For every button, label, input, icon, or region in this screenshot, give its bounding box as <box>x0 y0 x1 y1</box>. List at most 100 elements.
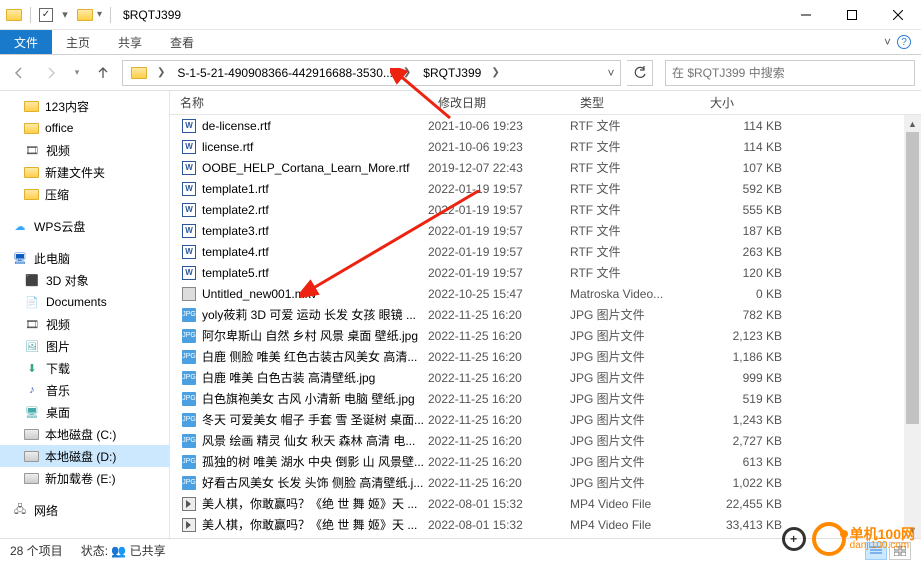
file-type: RTF 文件 <box>570 243 700 260</box>
file-row[interactable]: JPG yoly莜莉 3D 可爱 运动 长发 女孩 眼镜 ... 2022-11… <box>170 304 904 325</box>
search-box[interactable] <box>665 60 915 86</box>
back-button[interactable] <box>6 60 32 86</box>
file-row[interactable]: JPG 白鹿 侧脸 唯美 红色古装古风美女 高清... 2022-11-25 1… <box>170 346 904 367</box>
ribbon-tab-share[interactable]: 共享 <box>104 30 156 54</box>
file-list-area: 名称 修改日期 类型 大小 W de-license.rtf 2021-10-0… <box>170 91 921 538</box>
file-row[interactable]: JPG 孤独的树 唯美 湖水 中央 倒影 山 风景壁... 2022-11-25… <box>170 451 904 472</box>
nav-quick-item[interactable]: 压缩 <box>0 183 169 205</box>
file-row[interactable]: JPG 风景 绘画 精灵 仙女 秋天 森林 高清 电... 2022-11-25… <box>170 430 904 451</box>
chevron-right-icon[interactable]: ❯ <box>399 67 415 78</box>
vertical-scrollbar[interactable]: ▲ ▼ <box>904 115 921 538</box>
scroll-thumb[interactable] <box>906 132 919 424</box>
folder-icon <box>131 67 147 79</box>
nav-pc-item[interactable]: 🎞视频 <box>0 313 169 335</box>
file-row[interactable]: 美人棋，你敢赢吗？《绝 世 舞 姬》天 ... 2022-08-01 15:32… <box>170 493 904 514</box>
ribbon-file-tab[interactable]: 文件 <box>0 30 52 54</box>
column-size[interactable]: 大小 <box>700 91 820 114</box>
nav-pc-item[interactable]: 本地磁盘 (D:) <box>0 445 169 467</box>
qat-dropdown-icon[interactable]: ▾ <box>57 7 73 23</box>
ribbon-expand[interactable]: ˅ ? <box>874 30 921 54</box>
navigation-bar: ▾ ❯ S-1-5-21-490908366-442916688-3530...… <box>0 55 921 91</box>
ribbon-tab-view[interactable]: 查看 <box>156 30 208 54</box>
refresh-button[interactable] <box>627 60 653 86</box>
file-name: OOBE_HELP_Cortana_Learn_More.rtf <box>198 161 428 175</box>
nav-pc-item[interactable]: 🖥桌面 <box>0 401 169 423</box>
file-date: 2022-10-25 15:47 <box>428 287 570 301</box>
file-row[interactable]: JPG 白鹿 唯美 白色古装 高清壁纸.jpg 2022-11-25 16:20… <box>170 367 904 388</box>
breadcrumb-segment[interactable]: S-1-5-21-490908366-442916688-3530... <box>169 61 399 85</box>
minimize-button[interactable] <box>783 0 829 30</box>
ribbon-tab-home[interactable]: 主页 <box>52 30 104 54</box>
file-date: 2022-11-25 16:20 <box>428 476 570 490</box>
chevron-right-icon[interactable]: ❯ <box>153 67 169 78</box>
nav-pc-item[interactable]: 📄Documents <box>0 291 169 313</box>
search-input[interactable] <box>672 66 908 80</box>
nav-quick-item[interactable]: 新建文件夹 <box>0 161 169 183</box>
file-row[interactable]: W template5.rtf 2022-01-19 19:57 RTF 文件 … <box>170 262 904 283</box>
file-row[interactable]: W template1.rtf 2022-01-19 19:57 RTF 文件 … <box>170 178 904 199</box>
file-size: 22,455 KB <box>700 497 800 511</box>
column-date[interactable]: 修改日期 <box>428 91 570 114</box>
help-icon[interactable]: ? <box>897 35 911 49</box>
file-row[interactable]: W license.rtf 2021-10-06 19:23 RTF 文件 11… <box>170 136 904 157</box>
monitor-icon: 🖥 <box>12 250 28 266</box>
nav-this-pc[interactable]: 🖥此电脑 <box>0 247 169 269</box>
file-row[interactable]: JPG 好看古风美女 长发 头饰 侧脸 高清壁纸.j... 2022-11-25… <box>170 472 904 493</box>
file-date: 2022-11-25 16:20 <box>428 350 570 364</box>
nav-quick-item[interactable]: 🎞视频 <box>0 139 169 161</box>
file-row[interactable]: W template2.rtf 2022-01-19 19:57 RTF 文件 … <box>170 199 904 220</box>
file-row[interactable]: Untitled_new001.mkv 2022-10-25 15:47 Mat… <box>170 283 904 304</box>
rtf-file-icon: W <box>182 140 196 154</box>
qat-folder-icon[interactable] <box>77 9 93 21</box>
maximize-button[interactable] <box>829 0 875 30</box>
address-root-icon[interactable] <box>123 61 153 85</box>
nav-pc-item[interactable]: 🖼图片 <box>0 335 169 357</box>
cloud-icon: ☁ <box>12 218 28 234</box>
arrow-up-icon <box>95 65 111 81</box>
chevron-down-icon: ˅ <box>884 35 891 49</box>
nav-pc-item[interactable]: ⬇下载 <box>0 357 169 379</box>
chevron-right-icon[interactable]: ❯ <box>487 67 503 78</box>
nav-wps[interactable]: ☁WPS云盘 <box>0 215 169 237</box>
nav-pc-item[interactable]: 本地磁盘 (C:) <box>0 423 169 445</box>
address-dropdown-icon[interactable]: ˅ <box>602 66 620 80</box>
file-type: JPG 图片文件 <box>570 348 700 365</box>
file-row[interactable]: W de-license.rtf 2021-10-06 19:23 RTF 文件… <box>170 115 904 136</box>
close-button[interactable] <box>875 0 921 30</box>
up-button[interactable] <box>90 60 116 86</box>
nav-pc-item[interactable]: ♪音乐 <box>0 379 169 401</box>
column-name[interactable]: 名称 <box>170 91 428 114</box>
qat-checkbox[interactable]: ✓ <box>39 8 53 22</box>
file-row[interactable]: JPG 冬天 可爱美女 帽子 手套 雪 圣诞树 桌面... 2022-11-25… <box>170 409 904 430</box>
nav-network[interactable]: 🖧网络 <box>0 499 169 521</box>
nav-pc-item[interactable]: 新加载卷 (E:) <box>0 467 169 489</box>
scroll-up-button[interactable]: ▲ <box>904 115 921 132</box>
file-row[interactable]: W OOBE_HELP_Cortana_Learn_More.rtf 2019-… <box>170 157 904 178</box>
nav-quick-item[interactable]: 123内容 <box>0 95 169 117</box>
qat-overflow-icon[interactable]: ▾ <box>97 9 102 20</box>
chevron-down-icon: ▾ <box>75 67 80 78</box>
nav-quick-item[interactable]: office <box>0 117 169 139</box>
scroll-track[interactable] <box>904 132 921 521</box>
file-name: 阿尔卑斯山 自然 乡村 风景 桌面 壁纸.jpg <box>198 327 428 344</box>
file-date: 2022-11-25 16:20 <box>428 308 570 322</box>
file-row[interactable]: W template4.rtf 2022-01-19 19:57 RTF 文件 … <box>170 241 904 262</box>
file-name: template3.rtf <box>198 224 428 238</box>
watermark: + 单机100网 danji100.com <box>782 522 915 556</box>
drive-icon <box>24 429 39 440</box>
nav-pc-item[interactable]: ⬛3D 对象 <box>0 269 169 291</box>
address-bar[interactable]: ❯ S-1-5-21-490908366-442916688-3530... ❯… <box>122 60 621 86</box>
file-row[interactable]: W template3.rtf 2022-01-19 19:57 RTF 文件 … <box>170 220 904 241</box>
app-folder-icon <box>6 9 22 21</box>
folder-icon <box>24 123 39 134</box>
column-type[interactable]: 类型 <box>570 91 700 114</box>
file-list[interactable]: W de-license.rtf 2021-10-06 19:23 RTF 文件… <box>170 115 904 538</box>
file-row[interactable]: JPG 阿尔卑斯山 自然 乡村 风景 桌面 壁纸.jpg 2022-11-25 … <box>170 325 904 346</box>
recent-dropdown[interactable]: ▾ <box>70 60 84 86</box>
file-date: 2022-01-19 19:57 <box>428 266 570 280</box>
navigation-pane[interactable]: 123内容office🎞视频新建文件夹压缩☁WPS云盘🖥此电脑⬛3D 对象📄Do… <box>0 91 170 538</box>
file-date: 2022-01-19 19:57 <box>428 224 570 238</box>
file-row[interactable]: JPG 白色旗袍美女 古风 小清新 电脑 壁纸.jpg 2022-11-25 1… <box>170 388 904 409</box>
forward-button[interactable] <box>38 60 64 86</box>
breadcrumb-segment[interactable]: $RQTJ399 <box>415 61 487 85</box>
